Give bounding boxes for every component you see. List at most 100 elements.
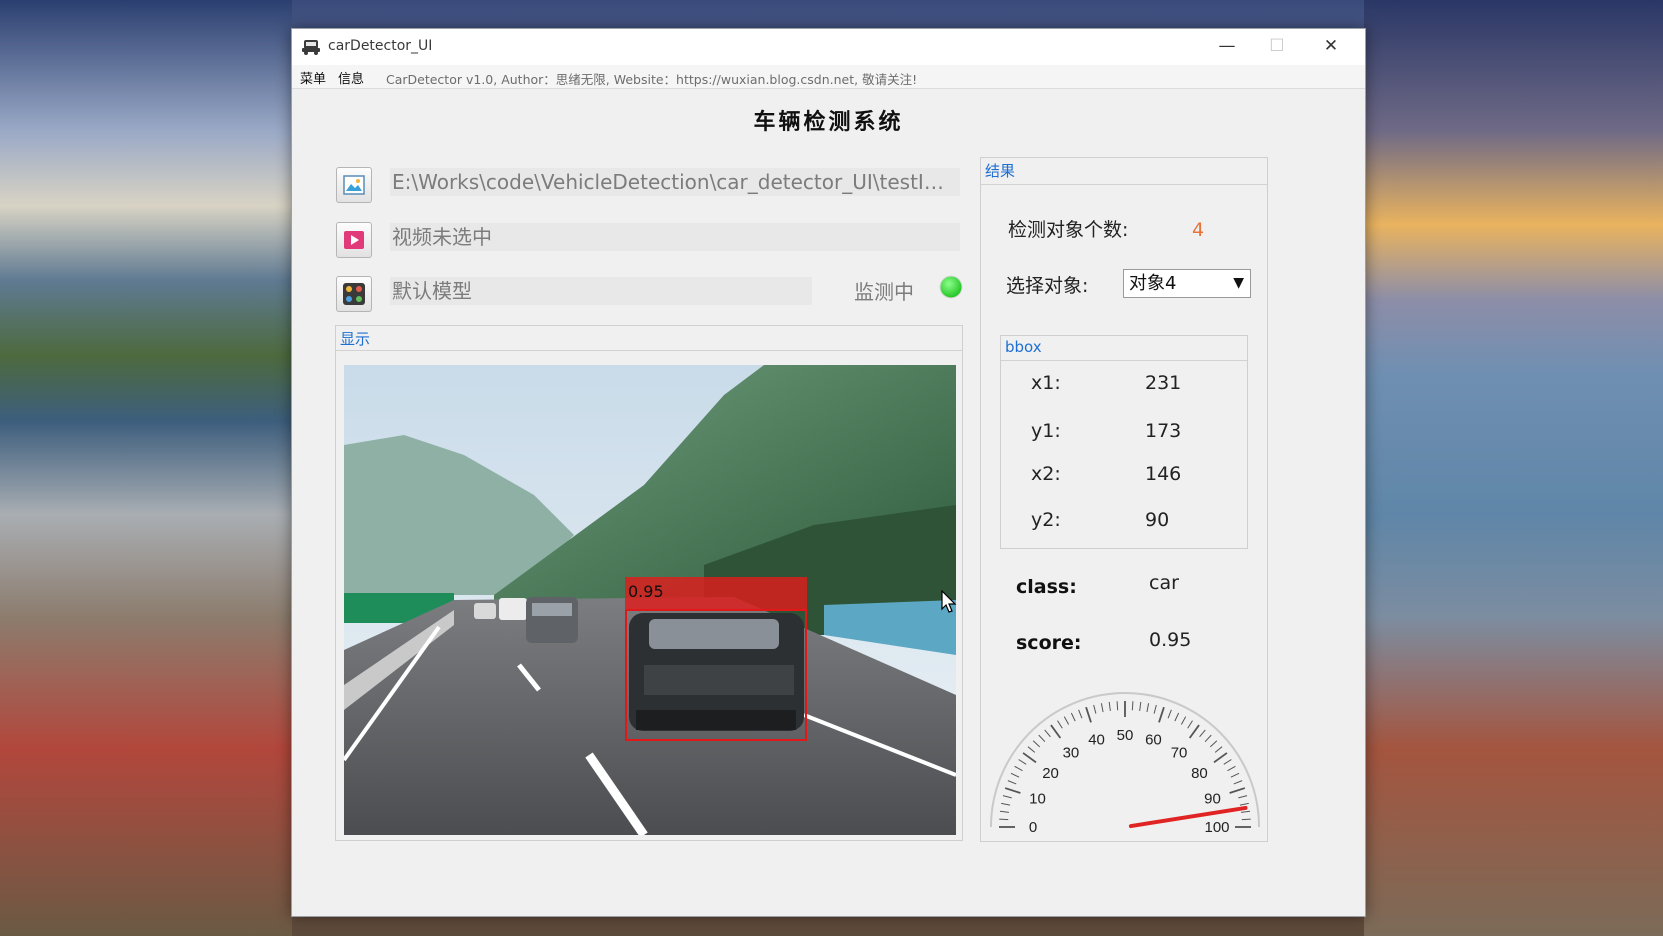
- gauge-tick: [1199, 729, 1206, 738]
- model-grid-icon: [343, 283, 365, 305]
- gauge-tick: [1108, 701, 1111, 711]
- gauge-tick: [1153, 704, 1157, 714]
- display-panel-title: 显示: [340, 330, 371, 348]
- results-panel-divider: [981, 184, 1267, 185]
- object-select[interactable]: 对象4 ▼: [1123, 269, 1251, 298]
- bbox-y2-label: y2:: [1031, 509, 1061, 531]
- select-image-button[interactable]: [336, 167, 372, 203]
- page-title: 车辆检测系统: [753, 109, 904, 135]
- gauge-tick: [1100, 703, 1104, 713]
- gauge-tick: [1018, 759, 1027, 765]
- detection-score-label: 0.95: [628, 582, 664, 601]
- desktop-wallpaper-right: [1364, 0, 1663, 936]
- gauge-tick: [1167, 709, 1172, 719]
- gauge-tick-label: 60: [1145, 732, 1162, 749]
- detection-bounding-box: [625, 609, 807, 741]
- menu-info[interactable]: 信息: [338, 68, 364, 87]
- select-model-button[interactable]: [336, 276, 372, 312]
- bbox-panel-divider: [1001, 360, 1247, 361]
- gauge-tick: [1038, 734, 1046, 743]
- gauge-tick: [1004, 787, 1021, 794]
- bbox-x1-label: x1:: [1031, 372, 1061, 394]
- mouse-cursor-icon: [941, 590, 957, 613]
- window-title: carDetector_UI: [328, 38, 433, 54]
- gauge-tick-label: 40: [1088, 732, 1105, 749]
- gauge-tick-label: 90: [1204, 791, 1221, 808]
- gauge-tick-label: 80: [1191, 765, 1208, 782]
- gauge-tick: [1233, 780, 1243, 785]
- menu-info-text: CarDetector v1.0, Author：思绪无限, Website：h…: [386, 72, 918, 87]
- menu-bar: 菜单 信息 CarDetector v1.0, Author：思绪无限, Web…: [292, 65, 1365, 89]
- bbox-y1-value: 173: [1145, 420, 1182, 442]
- gauge-tick-label: 30: [1063, 745, 1080, 762]
- bbox-x2-label: x2:: [1031, 463, 1061, 485]
- menu-main[interactable]: 菜单: [300, 68, 326, 87]
- video-play-icon: [344, 231, 364, 249]
- object-select-value: 对象4: [1129, 273, 1177, 294]
- gauge-tick-label: 20: [1042, 765, 1059, 782]
- desktop-wallpaper-left: [0, 0, 292, 936]
- video-path-field[interactable]: 视频未选中: [390, 223, 960, 251]
- select-video-button[interactable]: [336, 222, 372, 258]
- gauge-tick: [1085, 706, 1092, 723]
- select-object-label: 选择对象:: [1006, 275, 1089, 297]
- score-value: 0.95: [1149, 629, 1192, 651]
- class-label: class:: [1016, 576, 1077, 598]
- app-window: carDetector_UI — ☐ ✕ 菜单 信息 CarDetector v…: [291, 28, 1366, 917]
- status-indicator: [939, 275, 963, 299]
- model-field[interactable]: 默认模型: [390, 277, 812, 305]
- detection-image: 0.95: [344, 365, 956, 835]
- status-label: 监测中: [854, 280, 914, 304]
- gauge-tick: [1022, 752, 1037, 764]
- gauge-tick: [1146, 703, 1150, 713]
- gauge-tick-label: 0: [1029, 819, 1037, 835]
- gauge-tick: [999, 818, 1009, 821]
- gauge-tick-label: 10: [1029, 791, 1046, 808]
- gauge-tick: [1204, 734, 1212, 743]
- gauge-tick: [1010, 772, 1020, 778]
- gauge-tick: [1078, 709, 1083, 719]
- gauge-tick: [1002, 795, 1012, 799]
- gauge-tick: [1241, 810, 1251, 813]
- chevron-down-icon: ▼: [1233, 275, 1244, 291]
- gauge-tick: [1227, 765, 1236, 772]
- gauge-labels: 010203040 50 60708090100: [1029, 727, 1230, 835]
- gauge-tick-label: 100: [1204, 819, 1229, 835]
- gauge-tick: [1116, 701, 1119, 711]
- gauge-tick: [1057, 720, 1063, 729]
- minimize-button[interactable]: —: [1204, 29, 1250, 65]
- image-path-field[interactable]: E:\Works\code\VehicleDetection\car_detec…: [390, 168, 960, 196]
- results-panel-title: 结果: [985, 162, 1016, 180]
- object-count-value: 4: [1192, 219, 1205, 241]
- gauge-tick: [1209, 740, 1218, 748]
- score-gauge: 010203040 50 60708090100: [990, 692, 1260, 835]
- bbox-x2-value: 146: [1145, 463, 1182, 485]
- gauge-tick: [1229, 787, 1246, 794]
- gauge-tick: [1014, 765, 1023, 772]
- gauge-tick: [1050, 724, 1062, 739]
- close-button[interactable]: ✕: [1308, 29, 1354, 65]
- gauge-tick-label: 50: [1117, 727, 1134, 744]
- gauge-tick-label: 70: [1171, 745, 1188, 762]
- gauge-tick: [1007, 780, 1017, 785]
- title-bar[interactable]: carDetector_UI — ☐ ✕: [292, 29, 1365, 65]
- maximize-button[interactable]: ☐: [1254, 29, 1300, 65]
- bbox-y1-label: y1:: [1031, 420, 1061, 442]
- car-icon: [301, 38, 321, 56]
- gauge-tick: [1131, 701, 1134, 711]
- gauge-tick: [1158, 706, 1165, 723]
- gauge-tick: [1174, 712, 1180, 722]
- gauge-tick: [1027, 746, 1036, 753]
- gauge-tick: [1187, 720, 1193, 729]
- gauge-tick: [1070, 712, 1076, 722]
- gauge-tick: [1139, 701, 1142, 711]
- gauge-tick: [1001, 802, 1011, 806]
- gauge-tick: [1223, 759, 1232, 765]
- gauge-tick: [1093, 704, 1097, 714]
- bbox-y2-value: 90: [1145, 509, 1170, 531]
- gauge-tick: [1238, 795, 1248, 799]
- gauge-tick: [1239, 802, 1249, 806]
- gauge-tick: [1214, 746, 1223, 753]
- class-value: car: [1149, 572, 1179, 594]
- gauge-tick: [1032, 740, 1041, 748]
